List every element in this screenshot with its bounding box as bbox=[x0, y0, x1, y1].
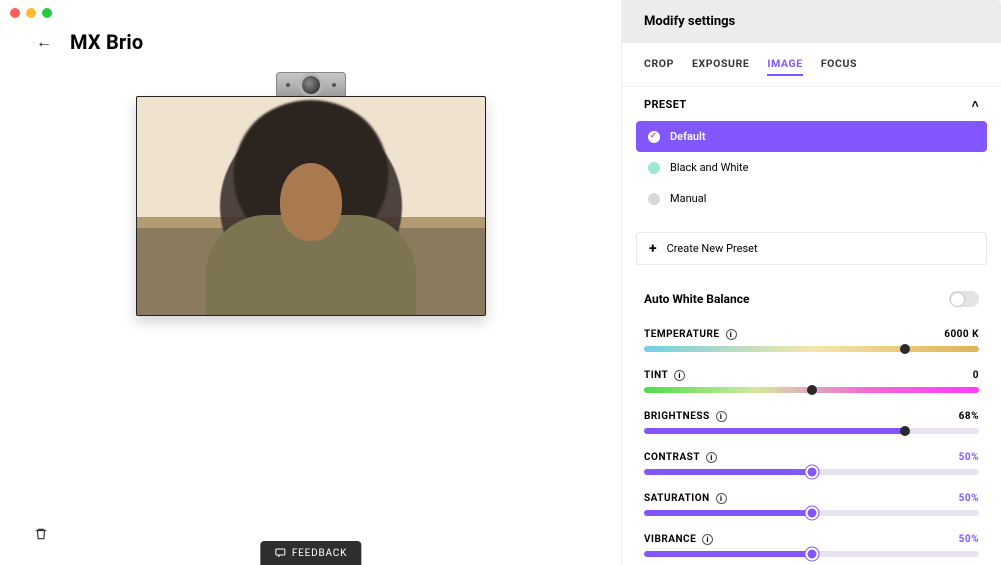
tint-slider[interactable] bbox=[644, 387, 979, 393]
info-icon[interactable]: i bbox=[716, 493, 727, 504]
settings-panel: Modify settings CROP EXPOSURE IMAGE FOCU… bbox=[621, 0, 1001, 565]
settings-tabs: CROP EXPOSURE IMAGE FOCUS bbox=[622, 43, 1001, 86]
preset-section-label: PRESET bbox=[644, 98, 687, 111]
temperature-control: TEMPERATURE i 6000 K bbox=[622, 323, 1001, 364]
vibrance-control: VIBRANCE i 50% bbox=[622, 528, 1001, 565]
preset-label: Manual bbox=[670, 192, 706, 205]
chat-icon bbox=[274, 547, 286, 559]
contrast-slider[interactable] bbox=[644, 469, 979, 475]
device-title: MX Brio bbox=[70, 30, 143, 54]
contrast-label: CONTRAST bbox=[644, 452, 700, 463]
feedback-label: FEEDBACK bbox=[292, 548, 347, 559]
tab-exposure[interactable]: EXPOSURE bbox=[692, 57, 749, 76]
tint-value: 0 bbox=[973, 370, 979, 381]
saturation-value: 50% bbox=[959, 493, 979, 504]
temperature-value: 6000 K bbox=[944, 329, 979, 340]
radio-unchecked-icon bbox=[648, 162, 660, 174]
brightness-control: BRIGHTNESS i 68% bbox=[622, 405, 1001, 446]
preset-list: Default Black and White Manual bbox=[622, 121, 1001, 224]
info-icon[interactable]: i bbox=[706, 452, 717, 463]
slider-thumb[interactable] bbox=[807, 385, 817, 395]
contrast-value: 50% bbox=[959, 452, 979, 463]
main-pane: ← MX Brio FEEDBACK bbox=[0, 0, 621, 565]
window-traffic-lights bbox=[10, 8, 52, 18]
brightness-slider[interactable] bbox=[644, 428, 979, 434]
brightness-value: 68% bbox=[959, 411, 979, 422]
preset-default[interactable]: Default bbox=[636, 121, 987, 152]
preset-section-header[interactable]: PRESET ˄ bbox=[622, 86, 1001, 121]
back-arrow-icon[interactable]: ← bbox=[36, 32, 52, 52]
awb-toggle[interactable] bbox=[949, 291, 979, 307]
tab-crop[interactable]: CROP bbox=[644, 57, 674, 76]
preset-label: Default bbox=[670, 130, 706, 143]
minimize-window-button[interactable] bbox=[26, 8, 36, 18]
trash-icon bbox=[34, 527, 48, 541]
settings-panel-title: Modify settings bbox=[644, 14, 979, 29]
auto-white-balance-row: Auto White Balance bbox=[622, 279, 1001, 323]
main-header: ← MX Brio bbox=[36, 30, 591, 54]
temperature-label: TEMPERATURE bbox=[644, 329, 720, 340]
awb-label: Auto White Balance bbox=[644, 292, 749, 306]
slider-thumb[interactable] bbox=[805, 548, 818, 561]
vibrance-label: VIBRANCE bbox=[644, 534, 696, 545]
vibrance-value: 50% bbox=[959, 534, 979, 545]
preset-black-and-white[interactable]: Black and White bbox=[636, 152, 987, 183]
camera-preview-area bbox=[136, 72, 486, 316]
camera-preview[interactable] bbox=[136, 96, 486, 316]
tab-image[interactable]: IMAGE bbox=[767, 57, 802, 76]
preset-manual[interactable]: Manual bbox=[636, 183, 987, 214]
info-icon[interactable]: i bbox=[674, 370, 685, 381]
tab-focus[interactable]: FOCUS bbox=[821, 57, 857, 76]
feedback-button[interactable]: FEEDBACK bbox=[260, 541, 361, 565]
webcam-lens-icon bbox=[302, 76, 320, 94]
new-preset-label: Create New Preset bbox=[667, 242, 758, 255]
tint-control: TINT i 0 bbox=[622, 364, 1001, 405]
settings-panel-header: Modify settings bbox=[622, 0, 1001, 43]
fullscreen-window-button[interactable] bbox=[42, 8, 52, 18]
vibrance-slider[interactable] bbox=[644, 551, 979, 557]
create-new-preset-button[interactable]: + Create New Preset bbox=[636, 232, 987, 265]
tint-label: TINT bbox=[644, 370, 668, 381]
webcam-hardware-icon bbox=[276, 72, 346, 98]
chevron-up-icon: ˄ bbox=[972, 97, 979, 111]
radio-unchecked-icon bbox=[648, 193, 660, 205]
preset-label: Black and White bbox=[670, 161, 749, 174]
close-window-button[interactable] bbox=[10, 8, 20, 18]
temperature-slider[interactable] bbox=[644, 346, 979, 352]
saturation-label: SATURATION bbox=[644, 493, 710, 504]
slider-thumb[interactable] bbox=[900, 426, 910, 436]
saturation-slider[interactable] bbox=[644, 510, 979, 516]
contrast-control: CONTRAST i 50% bbox=[622, 446, 1001, 487]
saturation-control: SATURATION i 50% bbox=[622, 487, 1001, 528]
info-icon[interactable]: i bbox=[702, 534, 713, 545]
info-icon[interactable]: i bbox=[716, 411, 727, 422]
app-window: ← MX Brio FEEDBACK Modify settings bbox=[0, 0, 1001, 565]
slider-thumb[interactable] bbox=[900, 344, 910, 354]
brightness-label: BRIGHTNESS bbox=[644, 411, 710, 422]
delete-button[interactable] bbox=[30, 523, 52, 545]
radio-checked-icon bbox=[648, 131, 660, 143]
slider-thumb[interactable] bbox=[805, 507, 818, 520]
info-icon[interactable]: i bbox=[726, 329, 737, 340]
slider-thumb[interactable] bbox=[805, 466, 818, 479]
